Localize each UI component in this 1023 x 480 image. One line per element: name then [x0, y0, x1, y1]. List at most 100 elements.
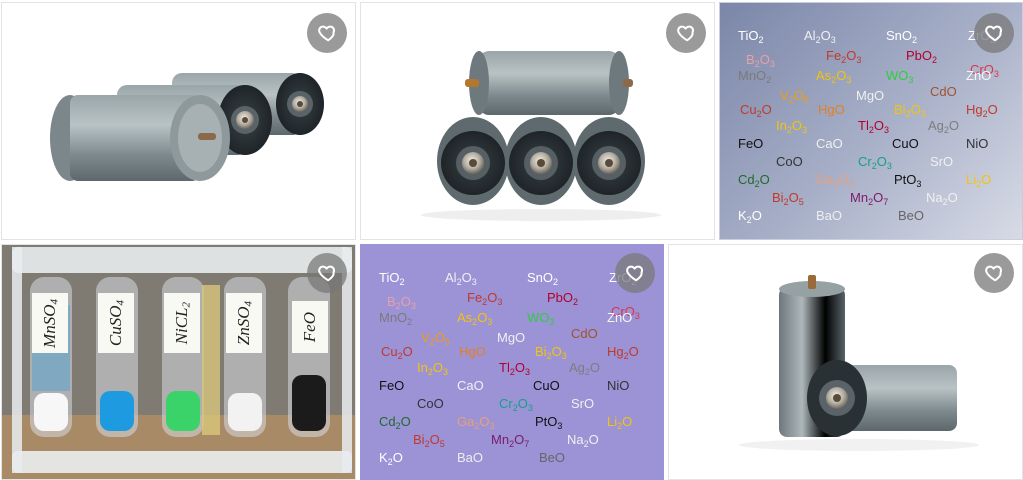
favorite-button[interactable] [615, 253, 655, 293]
oxide-formula: HgO [818, 102, 845, 117]
oxide-formula: PbO2 [547, 290, 579, 307]
gallery-tile-1[interactable] [1, 2, 356, 240]
cell-face [437, 117, 509, 205]
heart-icon [677, 25, 695, 42]
favorite-button[interactable] [666, 13, 706, 53]
oxide-formula: Tl2O3 [858, 118, 889, 135]
oxide-formula: K2O [379, 450, 403, 467]
oxide-formula: Cr2O3 [499, 396, 533, 413]
oxide-formula: MgO [856, 88, 885, 103]
tube-label-3: NiCL2 [171, 301, 193, 345]
oxide-formula: Li2O [966, 172, 992, 189]
oxide-formula: B2O3 [746, 52, 775, 69]
favorite-button[interactable] [307, 253, 347, 293]
tube-label-5: FeO [300, 311, 319, 343]
oxide-formula: Hg2O [966, 102, 998, 119]
oxide-formula: BeO [539, 450, 566, 465]
oxide-formula: K2O [738, 208, 762, 225]
oxide-formula: Fe2O3 [826, 48, 862, 65]
tube-label-2: CuSO4 [105, 299, 127, 347]
oxide-formula: ZnO [966, 68, 992, 83]
oxide-formula: MnO2 [379, 310, 413, 327]
oxide-formula: CuO [533, 378, 560, 393]
oxide-formula: Li2O [607, 414, 633, 431]
oxide-formula: As2O3 [457, 310, 493, 327]
gallery-tile-2[interactable] [360, 2, 715, 240]
oxide-formula: PtO3 [894, 172, 922, 189]
oxide-formula: CdO [930, 84, 957, 99]
tube-label-1: MnSO4 [39, 298, 61, 348]
gallery-tile-6[interactable] [668, 244, 1023, 480]
oxide-formula: Ga2O3 [816, 172, 854, 189]
oxide-formula: In2O3 [776, 118, 807, 135]
battery-pair-image [739, 275, 979, 451]
oxide-formula: As2O3 [816, 68, 852, 85]
oxide-formula: PtO3 [535, 414, 563, 431]
oxide-formula: SnO2 [886, 28, 918, 45]
oxide-formula: V2O5 [780, 88, 809, 105]
oxide-formula: Ga2O3 [457, 414, 495, 431]
oxide-formula: PbO2 [906, 48, 938, 65]
oxide-formula: CoO [776, 154, 803, 169]
favorite-button[interactable] [974, 13, 1014, 53]
oxide-formula: ZnO [607, 310, 633, 325]
oxide-formula: NiO [607, 378, 630, 393]
oxide-formula: Hg2O [607, 344, 639, 361]
favorite-button[interactable] [307, 13, 347, 53]
oxide-formula: Bi2O3 [535, 344, 567, 361]
favorite-button[interactable] [974, 253, 1014, 293]
oxide-formula: Na2O [567, 432, 599, 449]
oxide-formula: TiO2 [738, 28, 764, 45]
image-gallery: TiO2Al2O3SnO2ZrO2B2O3Fe2O3PbO2CrO3MnO2As… [0, 0, 1023, 480]
heart-icon [318, 25, 336, 42]
battery-cells-image [50, 73, 324, 181]
oxide-formula: Fe2O3 [467, 290, 503, 307]
heart-icon [985, 25, 1003, 42]
oxide-formula: CaO [457, 378, 484, 393]
oxide-formula: FeO [379, 378, 405, 393]
oxide-formula: SrO [571, 396, 595, 411]
oxide-formula: WO3 [886, 68, 914, 85]
gallery-tile-3[interactable]: TiO2Al2O3SnO2ZrO2B2O3Fe2O3PbO2CrO3MnO2As… [719, 2, 1023, 240]
oxide-formula: SnO2 [527, 270, 559, 287]
oxide-formula: In2O3 [417, 360, 448, 377]
oxide-formula: Al2O3 [445, 270, 477, 287]
oxide-formula: BeO [898, 208, 925, 223]
oxide-formula: WO3 [527, 310, 555, 327]
oxide-formula: MnO2 [738, 68, 772, 85]
oxide-formula: CaO [816, 136, 843, 151]
oxide-formula: FeO [738, 136, 764, 151]
oxide-formula: B2O3 [387, 294, 416, 311]
battery-pyramid-image [421, 51, 661, 221]
gallery-tile-4[interactable]: MnSO4 CuSO4 NiCL2 ZnSO4 FeO [1, 244, 356, 480]
test-tubes-photo [2, 245, 355, 479]
tube-label-4: ZnSO4 [233, 300, 255, 346]
oxide-formula: HgO [459, 344, 486, 359]
oxide-formula: Bi2O5 [772, 190, 804, 207]
heart-icon [626, 265, 644, 282]
oxide-formula: Al2O3 [804, 28, 836, 45]
oxide-formula: Bi2O5 [413, 432, 445, 449]
gallery-tile-5[interactable]: TiO2Al2O3SnO2ZrO2B2O3Fe2O3PbO2CrO3MnO2As… [360, 244, 664, 480]
heart-icon [985, 265, 1003, 282]
oxide-formula: CuO [892, 136, 919, 151]
oxide-formula: CoO [417, 396, 444, 411]
oxide-formula: TiO2 [379, 270, 405, 287]
oxide-formula: MgO [497, 330, 526, 345]
oxide-formula: Ag2O [928, 118, 960, 135]
oxide-formula: BaO [816, 208, 843, 223]
heart-icon [318, 265, 336, 282]
oxide-formula: Ag2O [569, 360, 601, 377]
oxide-formula: Cr2O3 [858, 154, 892, 171]
oxide-formula: Mn2O7 [850, 190, 889, 207]
oxide-formula: NiO [966, 136, 989, 151]
oxide-formula: Bi2O3 [894, 102, 926, 119]
oxide-formula: Cd2O [379, 414, 411, 431]
oxide-formula: Cu2O [381, 344, 413, 361]
oxide-formula: Mn2O7 [491, 432, 530, 449]
oxide-formula: SrO [930, 154, 954, 169]
oxide-formula: Cd2O [738, 172, 770, 189]
oxide-formula: CdO [571, 326, 598, 341]
oxide-formula: Cu2O [740, 102, 772, 119]
oxide-formula: V2O5 [421, 330, 450, 347]
